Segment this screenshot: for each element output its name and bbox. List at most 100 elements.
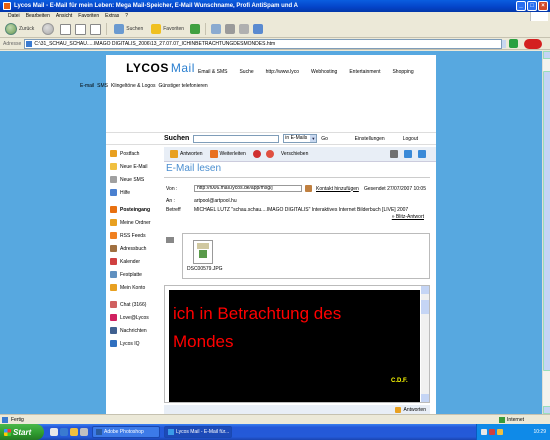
nav-kalender[interactable]: Kalender xyxy=(106,255,164,268)
spam-icon[interactable] xyxy=(265,150,274,158)
messenger-icon[interactable] xyxy=(253,24,264,34)
mail-icon[interactable] xyxy=(211,24,222,34)
nav-neue-sms[interactable]: Neue SMS xyxy=(106,173,164,186)
topnav-suche[interactable]: Suche xyxy=(239,69,253,75)
nav-postfach[interactable]: Postfach xyxy=(106,147,164,160)
tray-network-icon[interactable] xyxy=(481,429,487,435)
nav-neue-email[interactable]: Neue E-Mail xyxy=(106,160,164,173)
nav-lycos-iq[interactable]: Lycos IQ xyxy=(106,337,164,350)
page-scrollbar[interactable] xyxy=(542,51,550,414)
nav-meine-ordner[interactable]: Meine Ordner xyxy=(106,216,164,229)
next-arrow-icon[interactable] xyxy=(418,150,426,158)
reply-button[interactable]: Antworten xyxy=(170,150,203,158)
nav-adressbuch[interactable]: Adressbuch xyxy=(106,242,164,255)
forward-mail-button[interactable]: Weiterleiten xyxy=(209,150,246,158)
delete-icon[interactable] xyxy=(252,150,261,158)
favorites-button[interactable]: Favoriten xyxy=(149,22,186,37)
tray-volume-icon[interactable] xyxy=(497,429,503,435)
menu-extras[interactable]: Extras xyxy=(105,12,119,21)
start-button[interactable]: Start xyxy=(0,424,44,440)
nav-love-lycos[interactable]: Love@Lycos xyxy=(106,311,164,324)
windows-logo xyxy=(530,12,548,21)
print-icon[interactable] xyxy=(225,24,236,34)
previous-arrow-icon[interactable] xyxy=(404,150,412,158)
explorer-icon[interactable] xyxy=(70,428,78,436)
close-button[interactable]: × xyxy=(538,1,548,11)
search-go-button[interactable]: Go xyxy=(321,136,328,142)
web-page: LYCOS Mail Email & SMS Suche http://www.l… xyxy=(0,51,542,414)
heart-icon xyxy=(110,314,117,321)
subnav-klingeltoene[interactable]: Klingeltöne & Logos xyxy=(111,83,155,89)
nav-festplatte[interactable]: Festplatte xyxy=(106,268,164,281)
topnav-shopping[interactable]: Shopping xyxy=(392,69,413,75)
toolbar-addon-logo[interactable] xyxy=(524,38,543,49)
bottom-action-bar: Antworten xyxy=(164,405,430,414)
chat-icon xyxy=(110,301,117,308)
search-button[interactable]: Suchen xyxy=(112,22,145,37)
mail-search-input[interactable] xyxy=(193,134,280,143)
nav-nachrichten[interactable]: Nachrichten xyxy=(106,324,164,337)
message-signature: C.D.F. xyxy=(391,378,408,384)
quicklaunch-more-icon[interactable] xyxy=(80,428,88,436)
topnav-entertainment[interactable]: Entertainment xyxy=(349,69,380,75)
nav-chat[interactable]: Chat (3166) xyxy=(106,298,164,311)
address-field[interactable]: C:\31_SCHAU_SCHAU.....IMAGO DIGITALIS_20… xyxy=(24,38,503,49)
new-mail-icon xyxy=(110,163,117,170)
refresh-icon[interactable] xyxy=(75,23,87,35)
ie-app-icon xyxy=(3,2,11,10)
topnav-webhosting[interactable]: Webhosting xyxy=(311,69,337,75)
reply-bottom-button[interactable]: Antworten xyxy=(403,407,426,413)
nav-hilfe[interactable]: Hilfe xyxy=(106,186,164,199)
logout-link[interactable]: Logout xyxy=(403,136,418,142)
search-scope-select[interactable]: in E-Mails xyxy=(283,134,318,143)
nav-posteingang[interactable]: Posteingang xyxy=(106,203,164,216)
message-body: ich in Betrachtung des Mondes C.D.F. xyxy=(164,285,430,403)
nav-rss-feeds[interactable]: RSS Feeds xyxy=(106,229,164,242)
menu-bearbeiten[interactable]: Bearbeiten xyxy=(26,12,50,21)
scroll-thumb[interactable] xyxy=(543,71,550,371)
edit-icon[interactable] xyxy=(239,24,250,34)
scroll-up-icon[interactable] xyxy=(543,51,550,59)
history-icon[interactable] xyxy=(190,24,201,34)
rss-icon xyxy=(110,232,117,239)
go-arrow-icon[interactable] xyxy=(509,39,519,48)
clock: 10:29 xyxy=(533,429,546,435)
quick-reply-link[interactable]: » Blitz-Antwort xyxy=(164,214,430,220)
ie-icon[interactable] xyxy=(60,428,68,436)
task-lycos-mail[interactable]: Lycos Mail - E-Mail für... xyxy=(164,426,232,438)
tray-antivirus-icon[interactable] xyxy=(489,429,495,435)
move-button[interactable]: Verschieben xyxy=(281,151,309,157)
nav-mein-konto[interactable]: Mein Konto xyxy=(106,281,164,294)
menu-datei[interactable]: Datei xyxy=(8,12,20,21)
desktop-icon[interactable] xyxy=(50,428,58,436)
forward-icon xyxy=(209,150,218,158)
back-button[interactable]: Zurück xyxy=(3,22,36,37)
home-icon[interactable] xyxy=(90,23,102,35)
page-icon xyxy=(26,40,33,47)
add-contact-link[interactable]: Kontakt hinzufügen xyxy=(316,186,359,192)
print-mail-icon[interactable] xyxy=(390,150,398,158)
settings-link[interactable]: Einstellungen xyxy=(355,136,385,142)
photoshop-icon xyxy=(96,429,102,435)
scroll-down-icon[interactable] xyxy=(543,406,550,414)
subnav-email[interactable]: E-mail xyxy=(80,83,94,89)
to-value: artpool@artpool.hu xyxy=(194,197,237,204)
address-bar: Adresse C:\31_SCHAU_SCHAU.....IMAGO DIGI… xyxy=(0,38,550,50)
message-scrollbar[interactable] xyxy=(421,286,429,402)
stop-icon[interactable] xyxy=(60,23,72,35)
topnav-url[interactable]: http://www.lyco xyxy=(266,69,299,75)
maximize-button[interactable]: □ xyxy=(527,1,537,11)
minimize-button[interactable]: _ xyxy=(516,1,526,11)
contact-icon xyxy=(305,185,312,192)
topnav-email-sms[interactable]: Email & SMS xyxy=(198,69,227,75)
menu-help[interactable]: ? xyxy=(125,12,128,21)
attachment-file-icon[interactable] xyxy=(193,240,213,264)
subnav-sms[interactable]: SMS xyxy=(97,83,108,89)
menu-favoriten[interactable]: Favoriten xyxy=(78,12,99,21)
menu-ansicht[interactable]: Ansicht xyxy=(56,12,72,21)
forward-button[interactable] xyxy=(40,22,56,37)
done-icon xyxy=(2,416,8,423)
attachment-name[interactable]: DSC00579.JPG xyxy=(187,266,223,272)
task-photoshop[interactable]: Adobe Photoshop xyxy=(92,426,160,438)
subnav-telefonieren[interactable]: Günstiger telefonieren xyxy=(159,83,208,89)
